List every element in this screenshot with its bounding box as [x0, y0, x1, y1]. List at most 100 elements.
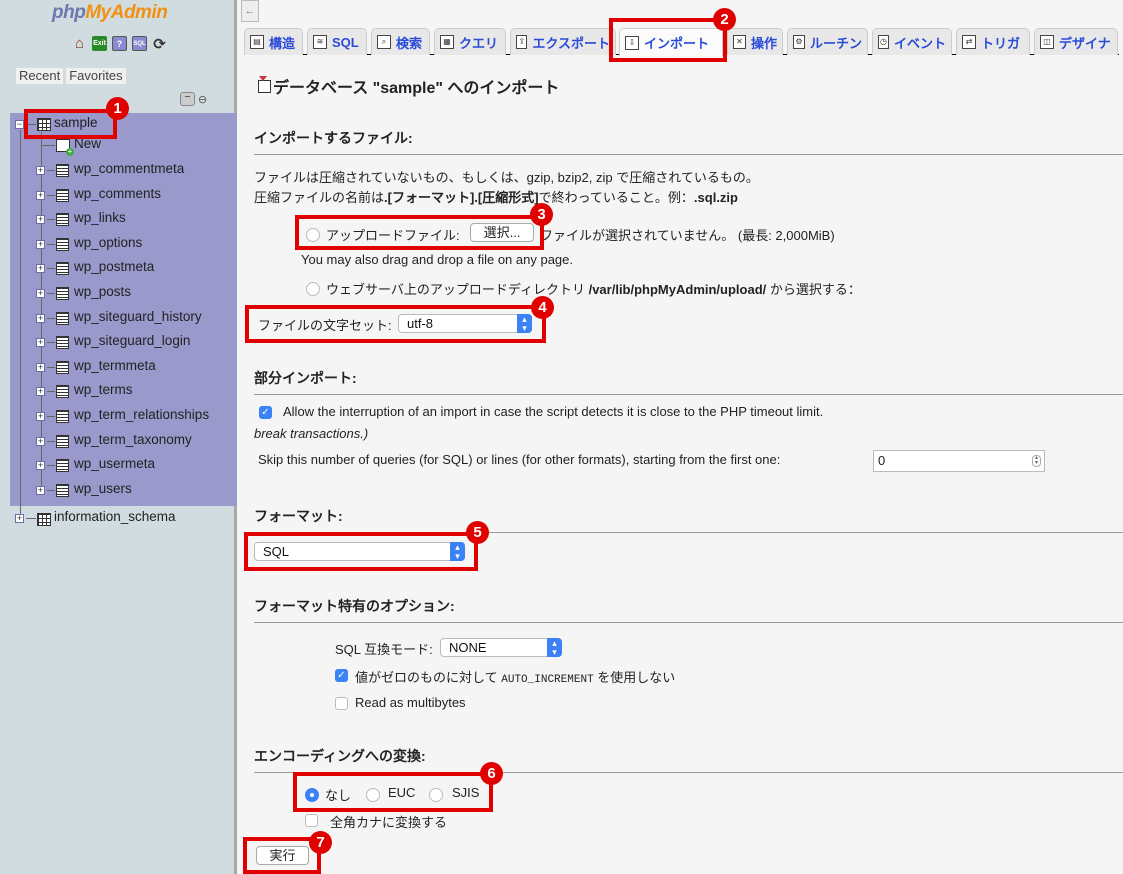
- no-auto-value-label: 値がゼロのものに対して AUTO_INCREMENT を使用しない: [355, 670, 676, 686]
- sql-docs-icon[interactable]: SQL: [132, 36, 147, 51]
- format-options-heading: フォーマット特有のオプション:: [254, 596, 1123, 623]
- tab-query[interactable]: ▦ クエリ: [434, 28, 506, 55]
- table-icon: [56, 188, 69, 202]
- expand-table-toggle[interactable]: +: [36, 313, 45, 323]
- expand-table-toggle[interactable]: +: [36, 412, 45, 421]
- no-auto-value-checkbox[interactable]: ✓: [335, 669, 348, 682]
- tree-table-item[interactable]: wp_term_taxonomy: [74, 432, 192, 447]
- help-icon[interactable]: ?: [112, 36, 127, 51]
- tab-export[interactable]: ⇪ エクスポート: [510, 28, 616, 55]
- server-dir-label: ウェブサーバ上のアップロードディレクトリ /var/lib/phpMyAdmin…: [326, 282, 861, 297]
- home-icon[interactable]: ⌂: [72, 35, 87, 52]
- tree-db-information-schema[interactable]: information_schema: [54, 509, 176, 524]
- allow-interrupt-label: Allow the interruption of an import in c…: [283, 404, 824, 419]
- tree-line: [26, 518, 36, 519]
- table-icon: [56, 262, 69, 276]
- database-icon: [37, 513, 51, 526]
- drag-drop-hint: You may also drag and drop a file on any…: [301, 252, 573, 267]
- skip-queries-input[interactable]: 0 ▴ ▾: [873, 450, 1045, 472]
- annotation-number-2: 2: [713, 8, 736, 31]
- tree-table-item[interactable]: wp_termmeta: [74, 358, 156, 373]
- tree-table-item[interactable]: wp_siteguard_history: [74, 309, 202, 324]
- tab-routines[interactable]: ⚙ ルーチン: [787, 28, 868, 55]
- annotation-box-3: [295, 215, 544, 250]
- server-dir-radio[interactable]: [306, 282, 320, 296]
- kana-checkbox[interactable]: [305, 814, 318, 827]
- tab-events[interactable]: ◷ イベント: [872, 28, 952, 55]
- tree-line: [47, 293, 55, 294]
- expand-table-toggle[interactable]: +: [36, 239, 45, 249]
- expand-table-toggle[interactable]: +: [36, 264, 45, 274]
- annotation-number-4: 4: [531, 296, 554, 319]
- annotation-number-3: 3: [530, 203, 553, 226]
- file-desc-2: 圧縮ファイルの名前は.[フォーマット].[圧縮形式]で終わっていること。例：.s…: [254, 190, 738, 205]
- tree-table-item[interactable]: wp_users: [74, 481, 132, 496]
- annotation-box-5: [244, 532, 478, 571]
- tab-label: デザイナ: [1059, 35, 1111, 51]
- tab-structure[interactable]: ▤ 構造: [244, 28, 303, 55]
- allow-interrupt-checkbox[interactable]: ✓: [259, 406, 272, 419]
- table-icon: [56, 336, 69, 350]
- tree-table-item[interactable]: wp_usermeta: [74, 456, 155, 471]
- expand-table-toggle[interactable]: +: [36, 190, 45, 200]
- expand-table-toggle[interactable]: +: [36, 461, 45, 471]
- tree-table-item[interactable]: wp_term_relationships: [74, 407, 209, 422]
- tree-table-item[interactable]: wp_commentmeta: [74, 161, 184, 176]
- tab-sql[interactable]: ≋ SQL: [307, 28, 367, 55]
- expand-table-toggle[interactable]: +: [36, 362, 45, 372]
- spinner-icon[interactable]: ▴ ▾: [1032, 455, 1041, 467]
- expand-table-toggle[interactable]: +: [36, 166, 45, 175]
- tab-triggers[interactable]: ⇄ トリガ: [956, 28, 1030, 55]
- expand-information-schema-toggle[interactable]: +: [15, 514, 24, 523]
- recent-tab[interactable]: Recent: [16, 68, 64, 84]
- sql-compat-select[interactable]: NONE ▴ ▾: [440, 638, 562, 657]
- no-file-status: ファイルが選択されていません。 (最長: 2,000MiB): [540, 228, 835, 243]
- expand-table-toggle[interactable]: +: [36, 387, 45, 397]
- tree-line: [47, 170, 55, 171]
- break-transactions-note: break transactions.): [254, 426, 369, 441]
- operations-icon: ✕: [733, 35, 746, 49]
- exit-icon[interactable]: Exit: [92, 36, 107, 51]
- tree-table-item[interactable]: wp_options: [74, 235, 142, 250]
- tab-label: クエリ: [459, 35, 499, 51]
- tree-table-item[interactable]: wp_links: [74, 210, 126, 225]
- table-icon: [56, 213, 69, 227]
- collapse-sample-toggle[interactable]: −: [15, 120, 24, 129]
- back-button[interactable]: ←: [241, 0, 259, 22]
- read-multibytes-checkbox[interactable]: [335, 697, 348, 710]
- search-icon: ⌕: [377, 35, 391, 49]
- expand-table-toggle[interactable]: +: [36, 338, 45, 348]
- collapse-all-icon[interactable]: −: [180, 92, 195, 106]
- expand-table-toggle[interactable]: +: [36, 485, 45, 495]
- export-icon: ⇪: [516, 35, 528, 49]
- tree-line: [47, 243, 55, 245]
- phpmyadmin-logo[interactable]: phpMyAdmin: [52, 2, 168, 24]
- routines-icon: ⚙: [793, 35, 805, 49]
- table-icon: [56, 164, 69, 177]
- annotation-number-1: 1: [106, 97, 129, 120]
- tree-table-item[interactable]: wp_posts: [74, 284, 131, 299]
- favorites-tab[interactable]: Favorites: [66, 68, 126, 84]
- tree-table-item[interactable]: wp_postmeta: [74, 259, 154, 274]
- tab-label: イベント: [893, 35, 946, 51]
- reload-icon[interactable]: ⟳: [152, 36, 167, 53]
- expand-table-toggle[interactable]: +: [36, 289, 45, 298]
- expand-table-toggle[interactable]: +: [36, 215, 45, 225]
- tree-table-item[interactable]: wp_siteguard_login: [74, 333, 190, 348]
- annotation-box-1: [24, 109, 117, 139]
- kana-label: 全角カナに変換する: [330, 815, 448, 830]
- annotation-box-6: [293, 772, 493, 812]
- tree-table-item[interactable]: wp_comments: [74, 186, 161, 201]
- structure-icon: ▤: [250, 35, 264, 49]
- tab-label: ルーチン: [809, 35, 862, 51]
- tab-designer[interactable]: ◫ デザイナ: [1034, 28, 1118, 55]
- tab-search[interactable]: ⌕ 検索: [371, 28, 430, 55]
- table-icon: [56, 287, 69, 300]
- expand-table-toggle[interactable]: +: [36, 436, 45, 446]
- triggers-icon: ⇄: [962, 35, 976, 49]
- link-with-main-icon[interactable]: ⊖: [198, 93, 207, 106]
- designer-icon: ◫: [1040, 35, 1054, 49]
- annotation-box-4: [245, 305, 546, 343]
- tree-table-item[interactable]: wp_terms: [74, 382, 133, 397]
- tab-operations[interactable]: ✕ 操作: [727, 28, 783, 55]
